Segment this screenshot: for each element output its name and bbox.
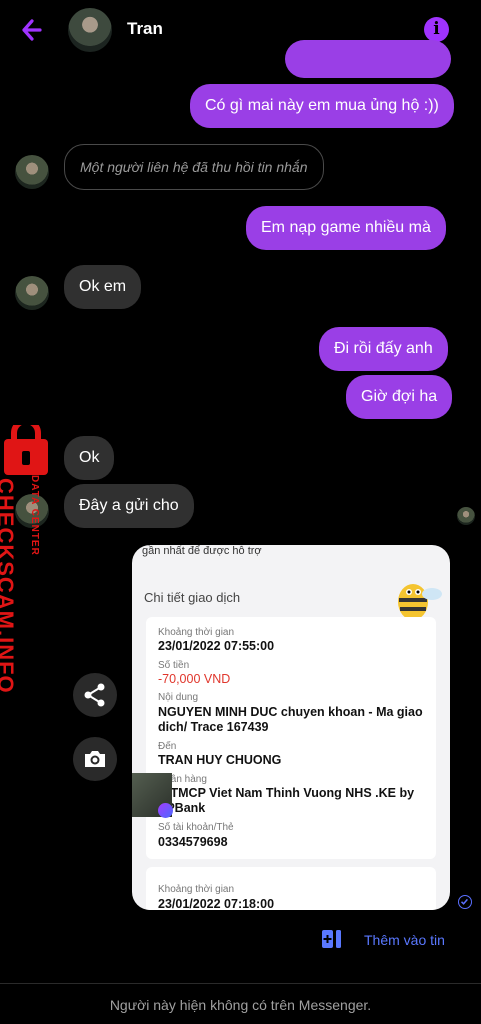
content-value: NGUYEN MINH DUC chuyen khoan - Ma giao d… bbox=[158, 705, 423, 734]
unavailable-status-text: Người này hiện không có trên Messenger. bbox=[109, 997, 372, 1013]
content-label: Nội dung bbox=[158, 692, 199, 703]
watermark-brand: CHECKSCAM.INFO bbox=[0, 478, 18, 694]
sent-check-icon bbox=[458, 895, 472, 909]
contact-avatar-small[interactable] bbox=[15, 155, 49, 189]
add-to-story-label[interactable]: Thêm vào tin bbox=[364, 932, 445, 948]
share-button[interactable] bbox=[73, 673, 117, 717]
time2-label: Khoảng thời gian bbox=[158, 884, 235, 895]
share-icon bbox=[84, 683, 105, 707]
receipt-top-text: gần nhất để được hỗ trợ bbox=[142, 545, 262, 557]
outgoing-message-partial[interactable] bbox=[285, 40, 451, 78]
time-value: 23/01/2022 07:55:00 bbox=[158, 639, 275, 653]
camera-button[interactable] bbox=[73, 737, 117, 781]
bank-value: H TMCP Viet Nam Thinh Vuong NHS .KE by V… bbox=[158, 786, 415, 815]
incoming-message[interactable]: Đây a gửi cho bbox=[64, 484, 194, 528]
recipient-label: Đến bbox=[158, 741, 177, 752]
amount-value: -70,000 VND bbox=[158, 672, 231, 686]
receipt-title: Chi tiết giao dịch bbox=[144, 590, 241, 605]
info-icon[interactable]: i bbox=[424, 17, 449, 42]
contact-name[interactable]: Tran bbox=[127, 19, 163, 39]
amount-label: Số tiền bbox=[158, 660, 190, 671]
seen-indicator-avatar bbox=[457, 507, 475, 525]
time2-value: 23/01/2022 07:18:00 bbox=[158, 897, 275, 910]
transaction-detail-panel-2: Khoảng thời gian 23/01/2022 07:18:00 bbox=[146, 867, 436, 910]
outgoing-message[interactable]: Giờ đợi ha bbox=[346, 375, 453, 419]
recalled-message[interactable]: Một người liên hệ đã thu hồi tin nhắn bbox=[64, 144, 324, 190]
transaction-detail-panel: Khoảng thời gian 23/01/2022 07:55:00 Số … bbox=[146, 617, 436, 859]
outgoing-message[interactable]: Đi rồi đấy anh bbox=[319, 327, 448, 371]
contact-avatar-small[interactable] bbox=[15, 276, 49, 310]
outgoing-message[interactable]: Có gì mai này em mua ủng hộ :)) bbox=[190, 84, 454, 128]
watermark-sub: DATA CENTER bbox=[29, 475, 40, 556]
time-label: Khoảng thời gian bbox=[158, 627, 235, 638]
account-label: Số tài khoản/Thẻ bbox=[158, 822, 234, 833]
account-value: 0334579698 bbox=[158, 835, 228, 849]
outgoing-message[interactable]: Em nạp game nhiều mà bbox=[246, 206, 446, 250]
recipient-value: TRAN HUY CHUONG bbox=[158, 753, 282, 767]
add-to-story-icon[interactable] bbox=[322, 928, 346, 950]
back-arrow-icon[interactable] bbox=[18, 14, 52, 46]
incoming-message[interactable]: Ok bbox=[64, 436, 115, 480]
composer-unavailable-bar: Người này hiện không có trên Messenger. bbox=[0, 983, 481, 1024]
camera-icon bbox=[85, 751, 105, 767]
contact-avatar[interactable] bbox=[68, 8, 112, 52]
messenger-icon bbox=[158, 803, 173, 818]
shared-screenshot-image[interactable]: gần nhất để được hỗ trợ Chi tiết giao dị… bbox=[132, 545, 450, 910]
incoming-message[interactable]: Ok em bbox=[64, 265, 142, 309]
